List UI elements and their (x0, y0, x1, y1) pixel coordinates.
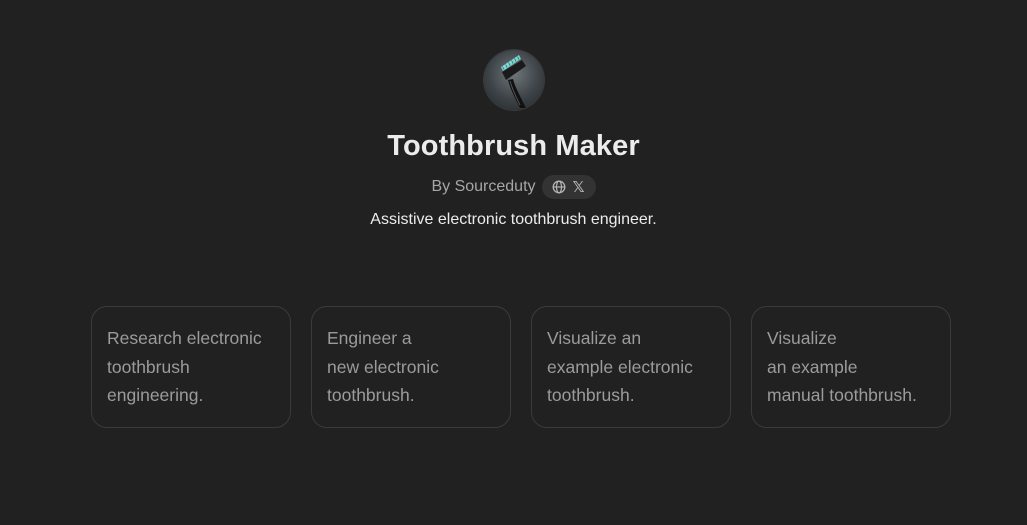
author-byline: By Sourceduty 𝕏 (431, 175, 596, 199)
toothbrush-avatar-icon (483, 50, 544, 110)
conversation-starter-text: Visualize an example electronic toothbru… (547, 328, 693, 405)
conversation-starter-card[interactable]: Visualize an example electronic toothbru… (531, 306, 731, 428)
conversation-starter-text: Engineer a new electronic toothbrush. (327, 328, 439, 405)
author-name: By Sourceduty (431, 178, 536, 195)
gpt-title: Toothbrush Maker (387, 130, 640, 162)
social-links: 𝕏 (541, 175, 596, 199)
conversation-starter-card[interactable]: Research electronic toothbrush engineeri… (91, 306, 291, 428)
gpt-description: Assistive electronic toothbrush engineer… (370, 211, 657, 228)
gpt-profile-header: Toothbrush Maker By Sourceduty 𝕏 Assisti… (0, 50, 1027, 229)
conversation-starter-card[interactable]: Engineer a new electronic toothbrush. (311, 306, 511, 428)
conversation-starter-text: Visualize an example manual toothbrush. (767, 328, 917, 405)
globe-icon[interactable] (552, 180, 566, 194)
conversation-starter-text: Research electronic toothbrush engineeri… (107, 328, 262, 405)
conversation-starters: Research electronic toothbrush engineeri… (91, 306, 951, 428)
conversation-starter-card[interactable]: Visualize an example manual toothbrush. (751, 306, 951, 428)
x-icon[interactable]: 𝕏 (572, 180, 586, 195)
